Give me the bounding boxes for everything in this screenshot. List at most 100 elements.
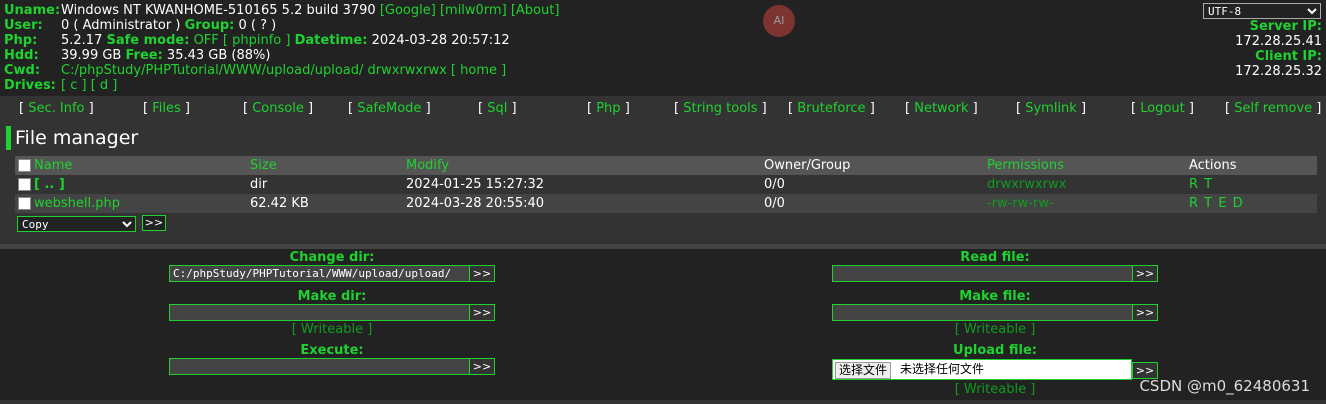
menu-label: Network <box>914 101 969 116</box>
col-actions-header: Actions <box>1189 158 1237 173</box>
file-size: dir <box>250 177 268 192</box>
menu-item-self-remove[interactable]: [ Self remove ] <box>1225 101 1321 116</box>
file-actions[interactable]: R T E D <box>1189 194 1244 213</box>
file-table-header: Name Size Modify Owner/Group Permissions… <box>15 156 1317 175</box>
datetime-label: Datetime: <box>294 33 368 48</box>
change-dir-go-button[interactable]: >> <box>469 265 495 282</box>
file-name-link[interactable]: [ .. ] <box>34 175 65 194</box>
ai-badge-icon[interactable]: AI <box>763 5 795 37</box>
col-size-header[interactable]: Size <box>250 156 277 175</box>
upload-file-label: Upload file: <box>953 343 1037 358</box>
safemode-value: OFF <box>193 33 219 48</box>
cwd-label: Cwd: <box>4 63 41 78</box>
file-manager-panel: File manager Name Size Modify Owner/Grou… <box>0 120 1326 244</box>
col-modify-header[interactable]: Modify <box>406 156 449 175</box>
file-actions[interactable]: R T <box>1189 175 1213 194</box>
drive-d-link[interactable]: [ d ] <box>91 78 118 93</box>
col-permissions-header[interactable]: Permissions <box>987 156 1064 175</box>
google-link[interactable]: [Google] <box>380 3 436 18</box>
menu-item-logout[interactable]: [ Logout ] <box>1131 101 1194 116</box>
choose-file-button[interactable]: 选择文件 <box>835 362 892 379</box>
row-checkbox[interactable] <box>18 178 31 191</box>
menu-label: Logout <box>1140 101 1185 116</box>
menu-item-safemode[interactable]: [ SafeMode ] <box>348 101 431 116</box>
bulk-action-select[interactable]: Copy <box>17 216 136 232</box>
uname-value: Windows NT KWANHOME-510165 5.2 build 379… <box>61 3 376 18</box>
change-dir-input[interactable]: C:/phpStudy/PHPTutorial/WWW/upload/uploa… <box>169 265 470 282</box>
uname-label: Uname: <box>4 3 61 18</box>
menu-label: Files <box>152 101 181 116</box>
menu-item-symlink[interactable]: [ Symlink ] <box>1016 101 1086 116</box>
make-dir-input[interactable] <box>169 304 470 321</box>
menu-item-string-tools[interactable]: [ String tools ] <box>674 101 767 116</box>
menu-item-php[interactable]: [ Php ] <box>587 101 630 116</box>
charset-select[interactable]: UTF-8 <box>1203 3 1321 19</box>
milw0rm-link[interactable]: [milw0rm] <box>440 3 507 18</box>
execute-go-button[interactable]: >> <box>469 358 495 375</box>
home-link[interactable]: [ home ] <box>451 63 506 78</box>
free-label: Free: <box>125 48 163 63</box>
main-menu: [ Sec. Info ] [ Files ] [ Console ] [ Sa… <box>0 96 1326 120</box>
php-value: 5.2.17 <box>61 33 103 48</box>
table-row: [ .. ] dir 2024-01-25 15:27:32 0/0 drwxr… <box>15 175 1317 194</box>
bottom-strip <box>0 400 1326 404</box>
menu-item-console[interactable]: [ Console ] <box>243 101 313 116</box>
menu-item-bruteforce[interactable]: [ Bruteforce ] <box>788 101 875 116</box>
free-value: 35.43 GB (88%) <box>166 48 271 63</box>
file-owner: 0/0 <box>764 177 785 192</box>
uname-row: Uname:Windows NT KWANHOME-510165 5.2 bui… <box>4 3 559 18</box>
menu-label: Bruteforce <box>797 101 866 116</box>
read-file-go-button[interactable]: >> <box>1132 265 1158 282</box>
bulk-action-go-button[interactable]: >> <box>142 215 166 231</box>
menu-label: SafeMode <box>357 101 422 116</box>
make-file-input[interactable] <box>832 304 1133 321</box>
menu-label: Console <box>252 101 304 116</box>
server-ip-value: 172.28.25.41 <box>1235 34 1322 49</box>
upload-file-input[interactable]: 选择文件 未选择任何文件 <box>832 359 1132 380</box>
read-file-label: Read file: <box>960 250 1030 265</box>
cwd-permissions: drwxrwxrwx <box>367 63 447 78</box>
menu-label: Self remove <box>1234 101 1313 116</box>
make-dir-go-button[interactable]: >> <box>469 304 495 321</box>
make-file-go-button[interactable]: >> <box>1132 304 1158 321</box>
change-dir-label: Change dir: <box>289 250 375 265</box>
csdn-watermark: CSDN @m0_62480631 <box>1139 377 1310 395</box>
file-table: Name Size Modify Owner/Group Permissions… <box>15 156 1317 213</box>
menu-label: Sql <box>487 101 508 116</box>
menu-item-files[interactable]: [ Files ] <box>143 101 190 116</box>
col-name-header[interactable]: Name <box>34 156 72 175</box>
file-size: 62.42 KB <box>250 196 309 211</box>
client-ip-value: 172.28.25.32 <box>1235 64 1322 79</box>
php-row: Php: 5.2.17 Safe mode: OFF [ phpinfo ] Da… <box>4 33 510 48</box>
make-dir-label: Make dir: <box>297 289 367 304</box>
menu-label: String tools <box>683 101 758 116</box>
menu-item-network[interactable]: [ Network ] <box>905 101 978 116</box>
client-ip-label: Client IP: <box>1255 49 1322 64</box>
drives-row: Drives: [ c ] [ d ] <box>4 78 117 93</box>
phpinfo-link[interactable]: [ phpinfo ] <box>223 33 291 48</box>
file-permissions-link[interactable]: -rw-rw-rw- <box>987 194 1054 213</box>
user-row: User: 0 ( Administrator ) Group: 0 ( ? ) <box>4 18 276 33</box>
make-dir-writeable-status: [ Writeable ] <box>291 322 373 337</box>
about-link[interactable]: [About] <box>511 3 560 18</box>
group-value: 0 ( ? ) <box>238 18 277 33</box>
cwd-row: Cwd: C:/phpStudy/PHPTutorial/WWW/upload/u… <box>4 63 506 78</box>
menu-item-sec-info[interactable]: [ Sec. Info ] <box>19 101 94 116</box>
file-name-link[interactable]: webshell.php <box>34 194 120 213</box>
menu-label: Sec. Info <box>28 101 85 116</box>
cwd-path-link[interactable]: C:/phpStudy/PHPTutorial/WWW/upload/uploa… <box>61 63 363 78</box>
read-file-input[interactable] <box>832 265 1133 282</box>
info-header: Uname:Windows NT KWANHOME-510165 5.2 bui… <box>0 0 1326 96</box>
row-checkbox[interactable] <box>18 197 31 210</box>
no-file-chosen-text: 未选择任何文件 <box>900 362 985 376</box>
file-permissions-link[interactable]: drwxrwxrwx <box>987 175 1066 194</box>
file-owner: 0/0 <box>764 196 785 211</box>
file-manager-title: File manager <box>15 127 139 149</box>
user-value: 0 ( Administrator ) <box>61 18 181 33</box>
tools-forms: Change dir: C:/phpStudy/PHPTutorial/WWW/… <box>0 249 1326 400</box>
select-all-checkbox[interactable] <box>18 159 31 172</box>
menu-item-sql[interactable]: [ Sql ] <box>478 101 517 116</box>
execute-input[interactable] <box>169 358 470 375</box>
group-label: Group: <box>184 18 235 33</box>
drive-c-link[interactable]: [ c ] <box>61 78 87 93</box>
